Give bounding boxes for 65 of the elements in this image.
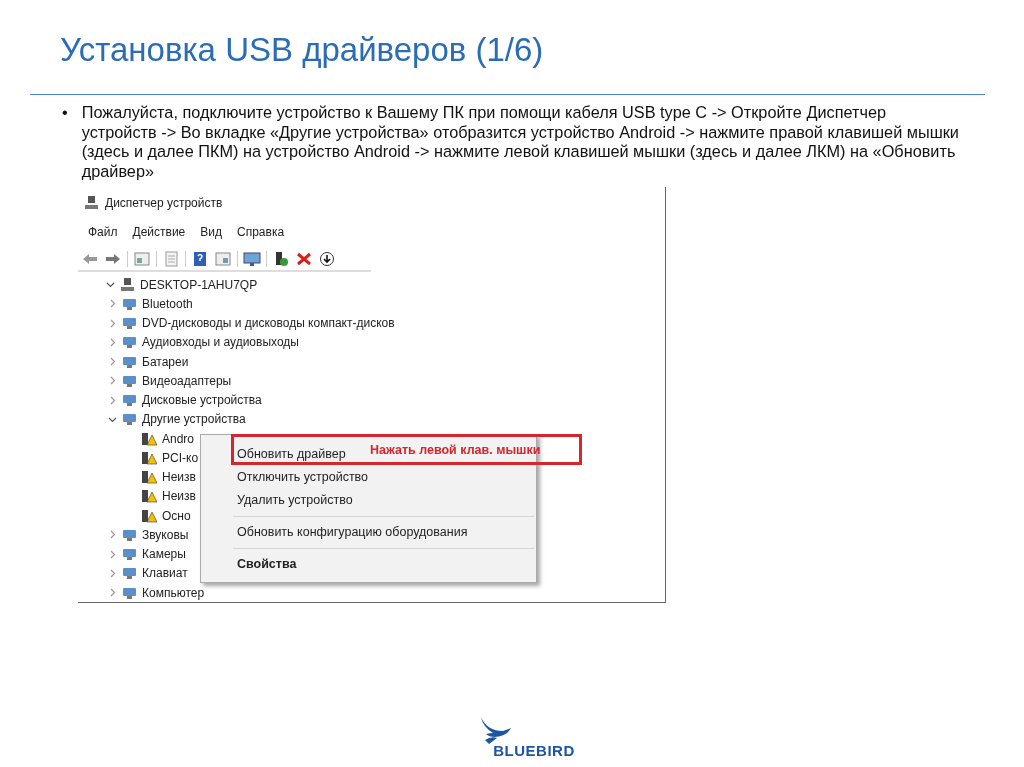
tree-item[interactable]: Компьютер [142,585,205,600]
chevron-right-icon[interactable] [108,337,117,347]
menu-item[interactable]: Справка [237,225,285,243]
menu-item[interactable]: Вид [200,225,222,243]
bullet-icon: • [62,103,68,181]
tree-item[interactable]: Осно [162,508,191,523]
device-icon [122,585,137,600]
slide-title: Установка USB драйверов (1/6) [60,30,544,70]
device-icon [122,527,137,542]
device-icon [122,296,137,311]
menu-item[interactable]: Действие [132,225,186,243]
tree-item[interactable]: Батареи [142,354,189,369]
tree-item[interactable]: Другие устройства [142,412,246,427]
tree-item[interactable]: Видеоадаптеры [142,373,232,388]
instruction-text: Пожалуйста, подключите устройство к Вашему ПК при помощи кабеля USB type C -> Откройте Диспетчер устройств -> Во вкладке «Другие устройства» отобразится устройство Android -> нажмите правой клавишей мышки (здесь и далее ПКМ) на устройство Android -> нажмите левой клавишей мышки (здесь и далее ЛКМ) на «Обновить драйвер» [81,103,960,181]
delete-icon[interactable] [295,251,313,267]
tree-item[interactable]: Камеры [142,547,186,562]
device-icon [122,373,137,388]
chevron-right-icon[interactable] [108,318,117,328]
device-icon [122,566,137,581]
tree-item[interactable]: Дисковые устройства [142,393,262,408]
device-icon [122,393,137,408]
tree-item[interactable]: PCI-ко [162,450,199,465]
menu-item[interactable]: Обновить драйвер [201,443,352,466]
chevron-right-icon[interactable] [108,530,117,540]
device-icon [122,335,137,350]
monitor-icon[interactable] [243,251,261,267]
device-icon [122,354,137,369]
chevron-right-icon[interactable] [108,376,117,386]
annotation-text: Нажать левой клав. мышки [370,442,541,457]
menu-item[interactable]: Удалить устройство [201,489,359,512]
document-icon[interactable] [162,251,180,267]
tree-item[interactable]: Bluetooth [142,296,193,311]
tree-item[interactable]: Аудиовходы и аудиовыходы [142,335,299,350]
menu-item[interactable]: Файл [88,225,118,243]
chevron-right-icon[interactable] [108,357,117,367]
back-icon[interactable] [81,251,99,267]
window-title: Диспетчер устройств [105,196,223,210]
device-icon [122,412,137,427]
chevron-down-icon[interactable] [106,280,115,290]
computer-icon [84,196,99,210]
tree-item[interactable]: Клавиат [142,566,188,581]
window-icon[interactable] [133,251,151,267]
menu-item[interactable]: Свойства [201,553,303,576]
chevron-right-icon[interactable] [108,588,117,598]
download-icon[interactable] [318,251,336,267]
menu-item[interactable]: Обновить конфигурацию оборудования [201,521,474,544]
help-icon[interactable] [191,251,209,267]
tree-item[interactable]: Неизв [162,489,196,504]
window-icon[interactable] [214,251,232,267]
tree-item[interactable]: DESKTOP-1AHU7QP [140,277,258,292]
tree-item[interactable]: Звуковы [142,527,189,542]
computer-icon [120,277,135,292]
chevron-right-icon[interactable] [108,568,117,578]
chevron-right-icon[interactable] [108,299,117,309]
logo-text: BLUEBIRD [493,742,575,759]
tree-item[interactable]: Неизв [162,470,196,485]
tree-item[interactable]: Andro [162,431,195,446]
device-icon [122,547,137,562]
menu-item[interactable]: Отключить устройство [201,466,375,489]
chevron-right-icon[interactable] [108,395,117,405]
forward-icon[interactable] [104,251,122,267]
tree-item[interactable]: DVD-дисководы и дисководы компакт-дисков [142,316,395,331]
chevron-right-icon[interactable] [108,549,117,559]
device-icon [122,316,137,331]
